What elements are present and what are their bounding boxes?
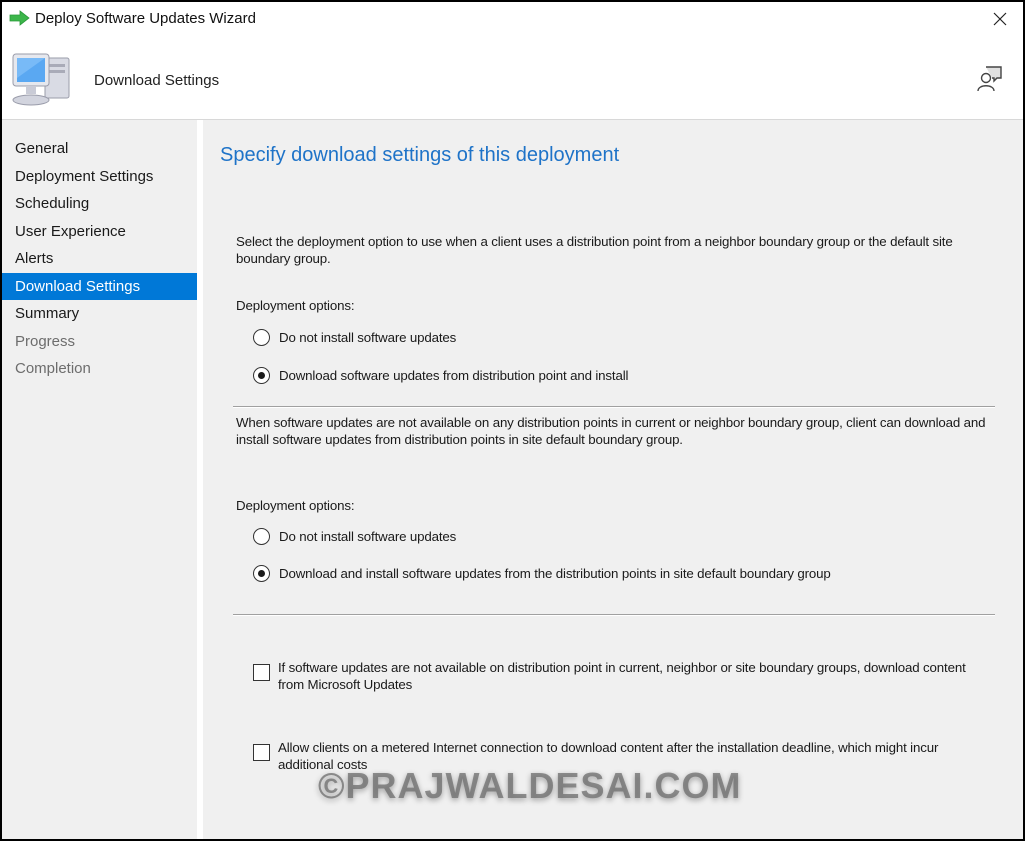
separator <box>233 406 995 408</box>
nav-item-user-experience[interactable]: User Experience <box>2 218 197 246</box>
nav-item-alerts[interactable]: Alerts <box>2 245 197 273</box>
radio-label: Download software updates from distribut… <box>279 368 629 383</box>
content-heading: Specify download settings of this deploy… <box>220 144 620 166</box>
checkbox-metered-connection[interactable]: Allow clients on a metered Internet conn… <box>253 740 978 773</box>
window-title: Deploy Software Updates Wizard <box>35 10 256 27</box>
close-icon <box>993 12 1007 26</box>
section1-radio-download-and-install[interactable]: Download software updates from distribut… <box>253 367 628 384</box>
nav-item-deployment-settings[interactable]: Deployment Settings <box>2 163 197 191</box>
section2-options-label: Deployment options: <box>236 498 355 513</box>
radio-button[interactable] <box>253 329 270 346</box>
page-title: Download Settings <box>94 72 220 89</box>
radio-button-selected[interactable] <box>253 565 270 582</box>
radio-label: Do not install software updates <box>279 529 457 544</box>
nav-item-summary[interactable]: Summary <box>2 300 197 328</box>
radio-label: Download and install software updates fr… <box>279 566 831 581</box>
section1-radio-do-not-install[interactable]: Do not install software updates <box>253 329 456 346</box>
nav-item-progress: Progress <box>15 332 76 350</box>
nav-item-general[interactable]: General <box>2 135 197 163</box>
radio-label: Do not install software updates <box>279 330 457 345</box>
nav-item-completion: Completion <box>15 360 91 377</box>
checkbox-label: If software updates are not available on… <box>278 660 966 692</box>
section1-description: Select the deployment option to use when… <box>236 234 953 266</box>
section1-options-label: Deployment options: <box>236 298 355 313</box>
nav-item-scheduling[interactable]: Scheduling <box>2 190 197 218</box>
checkbox[interactable] <box>253 664 270 681</box>
separator <box>233 614 995 616</box>
checkbox-microsoft-updates[interactable]: If software updates are not available on… <box>253 660 978 693</box>
title-bar: Deploy Software Updates Wizard <box>2 2 1023 36</box>
radio-button-selected[interactable] <box>253 367 270 384</box>
section2-radio-do-not-install[interactable]: Do not install software updates <box>253 528 456 545</box>
wizard-window: Deploy Software Updates Wizard Download … <box>2 2 1023 839</box>
close-button[interactable] <box>977 2 1023 36</box>
green-arrow-icon <box>9 10 30 26</box>
user-help-icon[interactable] <box>975 64 1005 94</box>
computer-icon <box>12 53 70 106</box>
radio-button[interactable] <box>253 528 270 545</box>
checkbox[interactable] <box>253 744 270 761</box>
section2-description: When software updates are not available … <box>236 415 986 447</box>
nav-item-download-settings[interactable]: Download Settings <box>2 272 197 300</box>
content-panel: Specify download settings of this deploy… <box>203 120 1023 839</box>
wizard-header: Download Settings <box>2 36 1023 120</box>
section2-radio-download-default-boundary[interactable]: Download and install software updates fr… <box>253 565 831 582</box>
wizard-nav: General Deployment Settings Scheduling U… <box>2 120 200 839</box>
checkbox-label: Allow clients on a metered Internet conn… <box>278 740 939 772</box>
